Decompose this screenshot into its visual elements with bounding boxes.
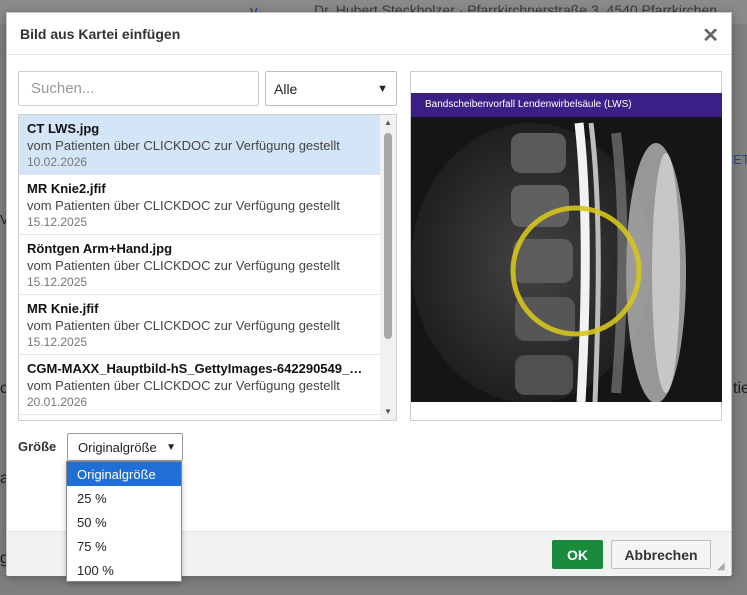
list-item[interactable]: CT LWS.jpg vom Patienten über CLICKDOC z… — [19, 115, 381, 175]
size-select[interactable]: Originalgröße ▼ — [67, 433, 183, 461]
background-link: ET — [733, 152, 747, 167]
resize-grip-icon[interactable]: ◢ — [717, 562, 727, 572]
dialog-header: Bild aus Kartei einfügen ✕ — [7, 13, 731, 55]
size-option[interactable]: 50 % — [67, 510, 181, 534]
file-date: 20.01.2026 — [27, 395, 88, 409]
file-date: 15.12.2025 — [27, 275, 88, 289]
ok-button[interactable]: OK — [552, 540, 603, 569]
list-item[interactable]: MR Knie.jfif vom Patienten über CLICKDOC… — [19, 295, 381, 355]
file-name: Röntgen Arm+Hand.jpg — [27, 241, 173, 256]
size-dropdown-menu[interactable]: Originalgröße 25 % 50 % 75 % 100 % — [66, 461, 182, 582]
scrollbar-thumb[interactable] — [384, 133, 392, 339]
list-item[interactable]: MR Knie2.jfif vom Patienten über CLICKDO… — [19, 175, 381, 235]
mri-image: Bandscheibenvorfall Lendenwirbelsäule (L… — [411, 93, 722, 402]
file-date: 15.12.2025 — [27, 215, 88, 229]
file-name: MR Knie.jfif — [27, 301, 99, 316]
file-list[interactable]: CT LWS.jpg vom Patienten über CLICKDOC z… — [18, 114, 397, 421]
list-item[interactable]: CGM-MAXX_Hauptbild-hS_GettyImages-642290… — [19, 355, 381, 415]
size-option[interactable]: 75 % — [67, 534, 181, 558]
file-date: 15.12.2025 — [27, 335, 88, 349]
file-description: vom Patienten über CLICKDOC zur Verfügun… — [27, 378, 340, 393]
size-label: Größe — [18, 439, 57, 454]
file-description: vom Patienten über CLICKDOC zur Verfügun… — [27, 318, 340, 333]
list-scrollbar[interactable]: ▲ ▼ — [380, 115, 396, 420]
scroll-up-icon[interactable]: ▲ — [380, 115, 396, 131]
file-name: CT LWS.jpg — [27, 121, 100, 136]
filter-select[interactable]: Alle ▼ — [265, 71, 397, 106]
size-selected-value: Originalgröße — [78, 439, 157, 455]
spine-scan-graphic — [411, 117, 722, 402]
list-item[interactable]: Röntgen Arm+Hand.jpg vom Patienten über … — [19, 235, 381, 295]
search-input[interactable] — [18, 71, 259, 106]
size-option[interactable]: Originalgröße — [67, 462, 181, 486]
file-name: CGM-MAXX_Hauptbild-hS_GettyImages-642290… — [27, 361, 363, 376]
close-icon[interactable]: ✕ — [702, 23, 719, 48]
size-option[interactable]: 25 % — [67, 486, 181, 510]
chevron-down-icon: ▼ — [377, 82, 388, 95]
scroll-down-icon[interactable]: ▼ — [380, 404, 396, 420]
file-description: vom Patienten über CLICKDOC zur Verfügun… — [27, 198, 340, 213]
file-description: vom Patienten über CLICKDOC zur Verfügun… — [27, 258, 340, 273]
background-text-fragment: tie — [733, 380, 747, 397]
file-name: MR Knie2.jfif — [27, 181, 106, 196]
chevron-down-icon: ▼ — [166, 441, 176, 453]
cancel-button[interactable]: Abbrechen — [611, 540, 711, 569]
file-description: vom Patienten über CLICKDOC zur Verfügun… — [27, 138, 340, 153]
file-date: 10.02.2026 — [27, 155, 88, 169]
size-option[interactable]: 100 % — [67, 558, 181, 582]
image-preview: Bandscheibenvorfall Lendenwirbelsäule (L… — [410, 71, 722, 421]
filter-selected-value: Alle — [274, 80, 298, 97]
dialog-title: Bild aus Kartei einfügen — [20, 26, 181, 42]
